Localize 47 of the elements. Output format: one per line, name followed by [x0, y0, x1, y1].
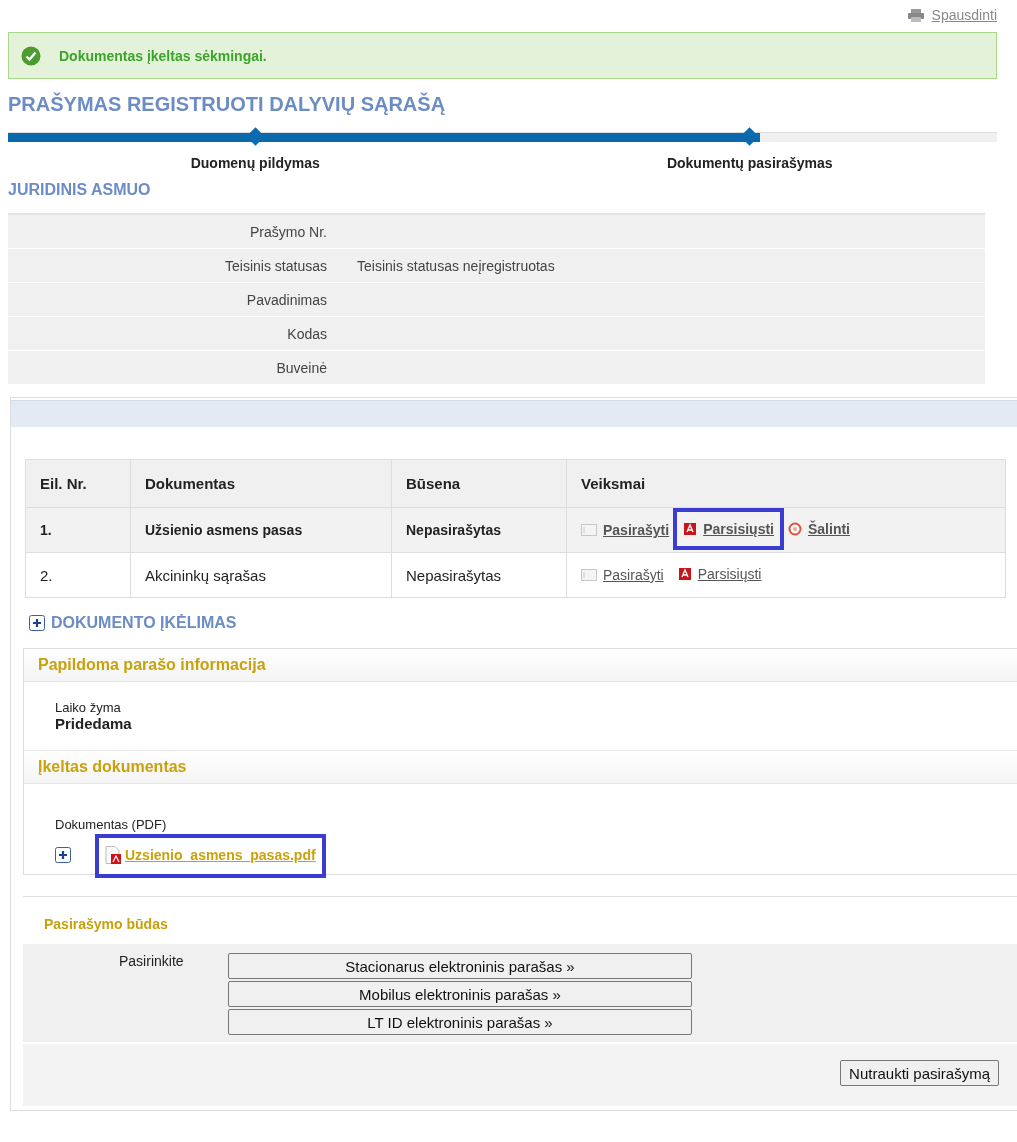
- table-cell: Nepasirašytas: [391, 507, 567, 553]
- table-cell: 1.: [25, 507, 131, 553]
- delete-icon: [788, 522, 802, 536]
- sign-link[interactable]: Pasirašyti: [603, 567, 664, 583]
- field-value: Teisinis statusas neįregistruotas: [357, 257, 555, 274]
- download-link[interactable]: Parsisiųsti: [703, 521, 774, 537]
- column-header: Eil. Nr.: [25, 459, 131, 508]
- field-label: Dokumentas (PDF): [55, 817, 168, 832]
- panel-title: Pasirašymo būdas: [43, 915, 169, 934]
- field-label: Pavadinimas: [245, 291, 327, 308]
- signing-method-button[interactable]: Stacionarus elektroninis parašas »: [228, 953, 692, 979]
- delete-link[interactable]: Šalinti: [808, 521, 850, 537]
- document-icon: [581, 569, 597, 581]
- signing-method-button[interactable]: Mobilus elektroninis parašas »: [228, 981, 692, 1007]
- step-label: Dokumentų pasirašymas: [666, 155, 833, 171]
- field-label: Buveinė: [275, 359, 327, 376]
- field-label: Laiko žyma: [55, 700, 122, 715]
- field-label: Kodas: [286, 325, 327, 342]
- table-cell: Akcininkų sąrašas: [130, 552, 392, 598]
- field-label: Pasirinkite: [119, 953, 185, 971]
- table-cell: Užsienio asmens pasas: [130, 507, 392, 553]
- section-title: JURIDINIS ASMUO: [8, 181, 152, 199]
- column-header: Būsena: [391, 459, 567, 508]
- plus-icon: [55, 847, 71, 863]
- expand-button[interactable]: [55, 847, 71, 863]
- print-link[interactable]: Spausdinti: [907, 7, 997, 23]
- download-link[interactable]: Parsisiųsti: [697, 566, 762, 582]
- page-title: PRAŠYMAS REGISTRUOTI DALYVIŲ SĄRAŠĄ: [8, 93, 447, 117]
- step-label: Duomenų pildymas: [190, 155, 320, 171]
- column-header: Veiksmai: [566, 459, 1006, 508]
- pdf-icon: [677, 567, 692, 581]
- field-label: Prašymo Nr.: [249, 223, 327, 240]
- table-cell: 2.: [25, 552, 131, 598]
- field-label: Teisinis statusas: [224, 257, 327, 274]
- signing-method-button[interactable]: LT ID elektroninis parašas »: [228, 1009, 692, 1035]
- plus-icon: [29, 615, 45, 631]
- check-icon: [21, 45, 41, 66]
- message-text: Dokumentas įkeltas sėkmingai.: [59, 47, 267, 64]
- cancel-button[interactable]: Nutraukti pasirašymą: [840, 1060, 999, 1086]
- pdf-file-icon: [105, 846, 121, 864]
- field-value: Pridedama: [55, 715, 133, 732]
- sign-link[interactable]: Pasirašyti: [603, 522, 670, 538]
- pdf-icon: [683, 522, 698, 536]
- printer-icon: [907, 8, 924, 22]
- table-cell: Nepasirašytas: [391, 552, 567, 598]
- document-icon: [581, 524, 597, 536]
- column-header: Dokumentas: [130, 459, 392, 508]
